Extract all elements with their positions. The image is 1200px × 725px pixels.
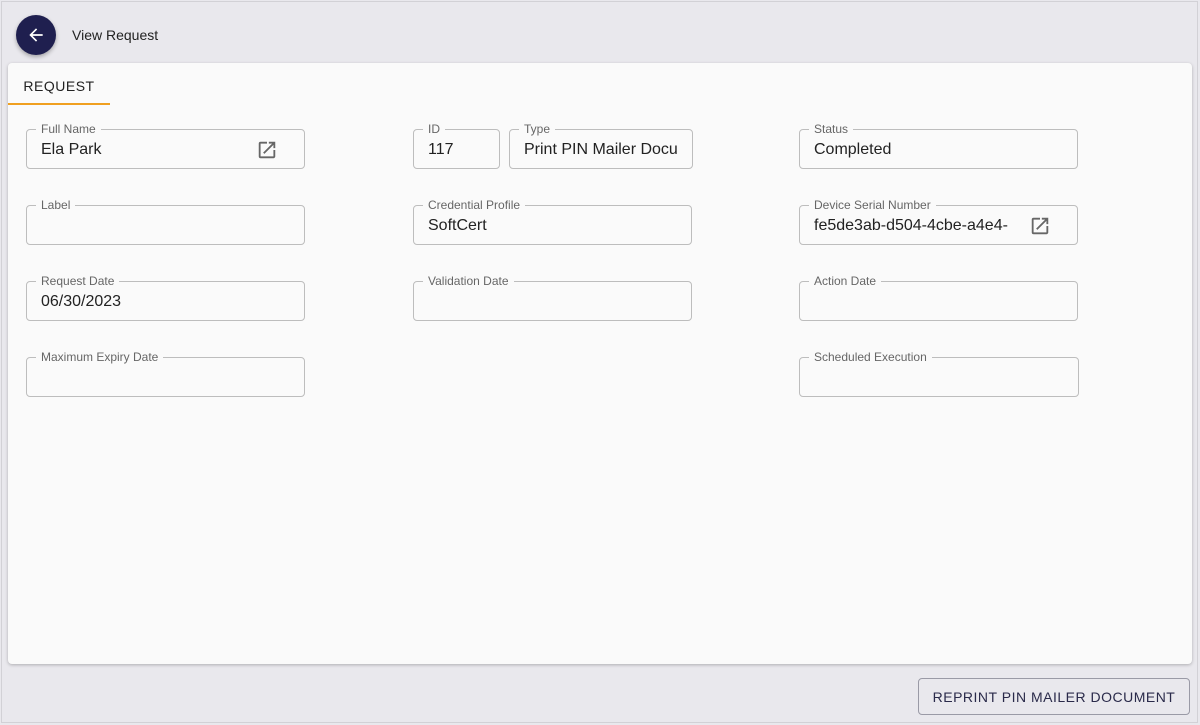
back-button[interactable] — [16, 15, 56, 55]
scheduled-execution-field[interactable]: Scheduled Execution — [799, 350, 1079, 397]
full-name-value: Ela Park — [41, 141, 102, 158]
validation-date-field[interactable]: Validation Date — [413, 274, 692, 321]
reprint-pin-mailer-button[interactable]: REPRINT PIN MAILER DOCUMENT — [918, 678, 1190, 715]
tab-request-label: REQUEST — [23, 78, 95, 94]
request-date-label: Request Date — [36, 274, 120, 288]
request-date-field[interactable]: Request Date 06/30/2023 — [26, 274, 305, 321]
device-serial-number-field[interactable]: Device Serial Number fe5de3ab-d504-4cbe-… — [799, 198, 1078, 245]
validation-date-label: Validation Date — [423, 274, 514, 288]
action-date-field[interactable]: Action Date — [799, 274, 1078, 321]
credential-profile-value: SoftCert — [428, 217, 487, 234]
status-label: Status — [809, 122, 854, 136]
request-date-value: 06/30/2023 — [41, 293, 122, 310]
device-serial-number-value: fe5de3ab-d504-4cbe-a4e4- — [814, 217, 1008, 234]
id-label: ID — [423, 122, 445, 136]
type-field[interactable]: Type Print PIN Mailer Docu — [509, 122, 693, 169]
full-name-label: Full Name — [36, 122, 101, 136]
full-name-field[interactable]: Full Name Ela Park — [26, 122, 305, 169]
arrow-left-icon — [29, 28, 43, 42]
scheduled-execution-label: Scheduled Execution — [809, 350, 932, 364]
id-field[interactable]: ID 117 — [413, 122, 500, 169]
page-title: View Request — [72, 27, 159, 43]
label-field[interactable]: Label — [26, 198, 305, 245]
open-in-new-icon[interactable] — [1029, 215, 1051, 237]
maximum-expiry-date-label: Maximum Expiry Date — [36, 350, 164, 364]
status-field[interactable]: Status Completed — [799, 122, 1078, 169]
type-value: Print PIN Mailer Docu — [524, 141, 678, 158]
label-label: Label — [36, 198, 76, 212]
status-value: Completed — [814, 141, 892, 158]
type-label: Type — [519, 122, 556, 136]
credential-profile-label: Credential Profile — [423, 198, 526, 212]
reprint-pin-mailer-label: REPRINT PIN MAILER DOCUMENT — [932, 688, 1176, 705]
tab-request[interactable]: REQUEST — [8, 77, 110, 105]
maximum-expiry-date-field[interactable]: Maximum Expiry Date — [26, 350, 305, 397]
credential-profile-field[interactable]: Credential Profile SoftCert — [413, 198, 692, 245]
open-in-new-icon[interactable] — [256, 139, 278, 161]
request-card: REQUEST Full Name Ela Park ID 117 Type P… — [8, 63, 1192, 664]
id-value: 117 — [428, 141, 454, 158]
device-serial-number-label: Device Serial Number — [809, 198, 936, 212]
action-date-label: Action Date — [809, 274, 882, 288]
